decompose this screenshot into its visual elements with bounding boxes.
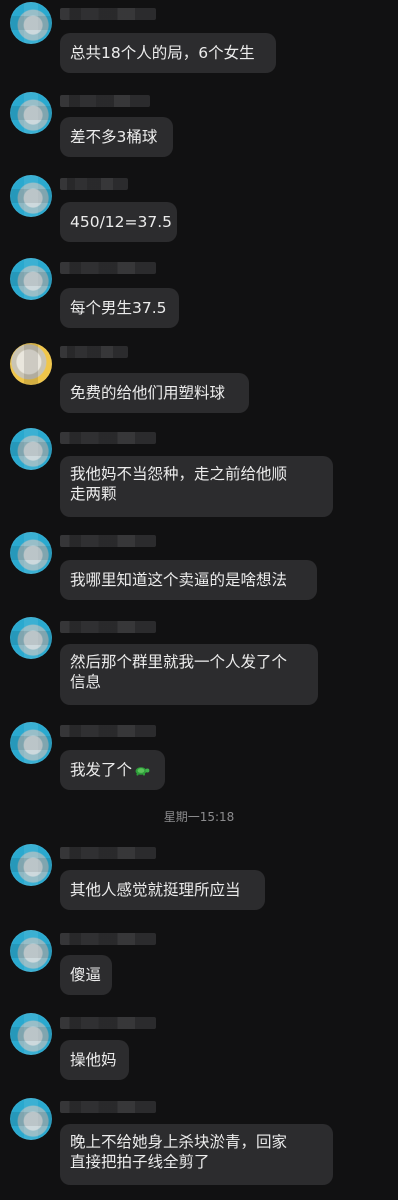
sender-name-blurred bbox=[60, 178, 128, 190]
sender-name-blurred bbox=[60, 432, 156, 444]
turtle-emoji-icon bbox=[135, 766, 150, 776]
message-text: 操他妈 bbox=[70, 1051, 117, 1069]
sender-name-blurred bbox=[60, 725, 156, 737]
avatar[interactable] bbox=[10, 930, 52, 972]
message-line: 晚上不给她身上杀块淤青，回家 bbox=[70, 1133, 288, 1151]
message-line: 我他妈不当怨种，走之前给他顺 bbox=[70, 465, 288, 483]
sender-name-blurred bbox=[60, 346, 128, 358]
message-bubble[interactable]: 总共18个人的局，6个女生 bbox=[60, 33, 276, 73]
avatar[interactable] bbox=[10, 722, 52, 764]
sender-name-blurred bbox=[60, 95, 150, 107]
message-text: 450/12=37.5 bbox=[70, 213, 173, 231]
message-text: 其他人感觉就挺理所应当 bbox=[70, 881, 241, 899]
avatar[interactable] bbox=[10, 258, 52, 300]
avatar[interactable] bbox=[10, 2, 52, 44]
message-line: 信息 bbox=[70, 673, 102, 691]
avatar[interactable] bbox=[10, 532, 52, 574]
message-bubble[interactable]: 操他妈 bbox=[60, 1040, 129, 1080]
avatar[interactable] bbox=[10, 92, 52, 134]
message-line: 走两颗 bbox=[70, 485, 117, 503]
sender-name-blurred bbox=[60, 535, 156, 547]
message-bubble[interactable]: 450/12=37.5 bbox=[60, 202, 177, 242]
message-text: 傻逼 bbox=[70, 966, 102, 984]
message-text: 然后那个群里就我一个人发了个 信息 bbox=[70, 652, 287, 692]
message-bubble[interactable]: 每个男生37.5 bbox=[60, 288, 179, 328]
avatar[interactable] bbox=[10, 343, 52, 385]
sender-name-blurred bbox=[60, 621, 156, 633]
message-bubble[interactable]: 免费的给他们用塑料球 bbox=[60, 373, 249, 413]
avatar[interactable] bbox=[10, 175, 52, 217]
sender-name-blurred bbox=[60, 262, 156, 274]
message-bubble[interactable]: 傻逼 bbox=[60, 955, 112, 995]
message-bubble[interactable]: 我发了个 bbox=[60, 750, 165, 790]
message-bubble[interactable]: 晚上不给她身上杀块淤青，回家 直接把拍子线全剪了 bbox=[60, 1124, 333, 1185]
avatar[interactable] bbox=[10, 844, 52, 886]
timestamp-divider: 星期一15:18 bbox=[163, 810, 235, 824]
message-text: 我发了个 bbox=[70, 761, 133, 779]
avatar[interactable] bbox=[10, 617, 52, 659]
message-text: 我他妈不当怨种，走之前给他顺 走两颗 bbox=[70, 464, 287, 504]
sender-name-blurred bbox=[60, 1101, 156, 1113]
sender-name-blurred bbox=[60, 8, 156, 20]
message-text: 我哪里知道这个卖逼的是啥想法 bbox=[70, 571, 288, 589]
message-text: 晚上不给她身上杀块淤青，回家 直接把拍子线全剪了 bbox=[70, 1132, 287, 1172]
message-text: 免费的给他们用塑料球 bbox=[70, 384, 226, 402]
message-line: 然后那个群里就我一个人发了个 bbox=[70, 653, 288, 671]
message-bubble[interactable]: 我他妈不当怨种，走之前给他顺 走两颗 bbox=[60, 456, 333, 517]
message-bubble[interactable]: 我哪里知道这个卖逼的是啥想法 bbox=[60, 560, 317, 600]
sender-name-blurred bbox=[60, 847, 156, 859]
avatar[interactable] bbox=[10, 428, 52, 470]
sender-name-blurred bbox=[60, 1017, 156, 1029]
message-text: 差不多3桶球 bbox=[70, 128, 158, 146]
message-bubble[interactable]: 其他人感觉就挺理所应当 bbox=[60, 870, 265, 910]
message-line: 直接把拍子线全剪了 bbox=[70, 1153, 210, 1171]
message-text: 每个男生37.5 bbox=[70, 299, 167, 317]
avatar[interactable] bbox=[10, 1098, 52, 1140]
message-text: 总共18个人的局，6个女生 bbox=[70, 44, 255, 62]
message-bubble[interactable]: 差不多3桶球 bbox=[60, 117, 173, 157]
sender-name-blurred bbox=[60, 933, 156, 945]
message-bubble[interactable]: 然后那个群里就我一个人发了个 信息 bbox=[60, 644, 318, 705]
avatar[interactable] bbox=[10, 1013, 52, 1055]
